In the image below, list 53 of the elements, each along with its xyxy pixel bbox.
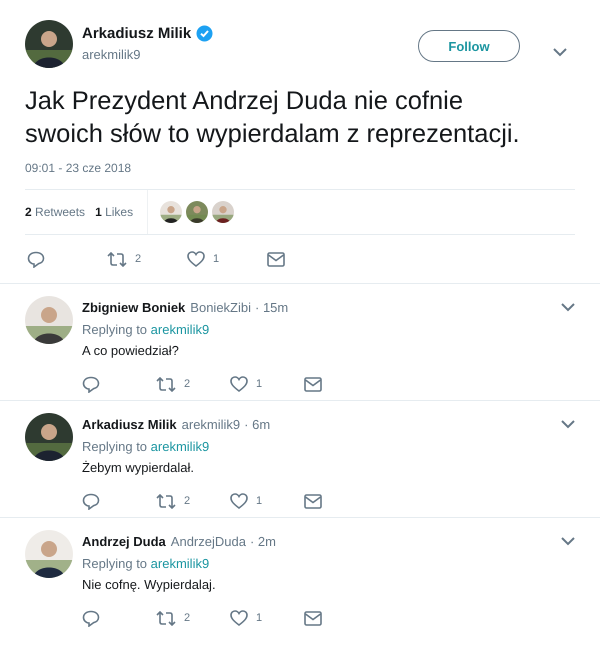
reply-handle: arekmilik9 xyxy=(182,417,240,432)
stat-count[interactable]: 2 Retweets xyxy=(25,205,86,219)
reply-icon[interactable] xyxy=(82,492,100,510)
mention-link[interactable]: arekmilik9 xyxy=(150,439,210,454)
follow-button[interactable]: Follow xyxy=(418,30,520,62)
timestamp: 09:01 - 23 cze 2018 xyxy=(25,161,575,190)
reply-time: · 2m xyxy=(250,534,277,549)
action-count: 1 xyxy=(256,612,262,624)
action-count: 2 xyxy=(184,495,190,507)
chevron-down-icon[interactable] xyxy=(561,537,575,546)
reply-text: Żebym wypierdalał. xyxy=(82,460,195,475)
reply-author-name: Arkadiusz Milik xyxy=(82,417,177,432)
tweet-text: Jak Prezydent Andrzej Duda nie cofnie swoich słów to wypierdalam z reprezentacji. xyxy=(25,86,521,150)
chevron-down-icon[interactable] xyxy=(561,303,575,312)
reply-author-name: Andrzej Duda xyxy=(82,534,166,549)
retweet-icon[interactable] xyxy=(156,610,176,626)
action-count: 1 xyxy=(213,253,220,265)
retweet-icon[interactable] xyxy=(107,252,127,266)
reply-handle: AndrzejDuda xyxy=(170,534,246,549)
envelope-icon[interactable] xyxy=(304,376,322,392)
heart-icon[interactable] xyxy=(187,251,205,267)
reply-icon[interactable] xyxy=(82,610,100,626)
mention-link[interactable]: arekmilik9 xyxy=(150,556,210,571)
chevron-down-icon[interactable] xyxy=(561,420,575,429)
action-count: 1 xyxy=(256,495,262,507)
envelope-icon[interactable] xyxy=(267,252,285,266)
heart-icon[interactable] xyxy=(230,376,248,392)
reply-icon[interactable] xyxy=(27,250,45,268)
action-count: 1 xyxy=(256,378,262,390)
reply-text: Nie cofnę. Wypierdalaj. xyxy=(82,577,217,592)
retweet-icon[interactable] xyxy=(156,376,176,392)
action-count: 2 xyxy=(135,253,142,265)
reply-author-name: Zbigniew Boniek xyxy=(82,300,186,315)
reply-icon[interactable] xyxy=(82,376,100,392)
mention-link[interactable]: arekmilik9 xyxy=(150,322,210,337)
action-count: 2 xyxy=(184,378,190,390)
replying-label: Replying to xyxy=(82,322,148,337)
reply-time: · 6m xyxy=(244,417,272,432)
heart-icon[interactable] xyxy=(230,610,248,626)
author-handle: arekmilik9 xyxy=(82,47,142,62)
reply-time: · 15m xyxy=(255,300,290,315)
heart-icon[interactable] xyxy=(230,493,248,509)
stat-count[interactable]: 1 Likes xyxy=(95,205,134,219)
replying-label: Replying to xyxy=(82,556,148,571)
reply-handle: BoniekZibi xyxy=(190,300,251,315)
replying-label: Replying to xyxy=(82,439,148,454)
retweet-icon[interactable] xyxy=(156,494,176,508)
reply-text: A co powiedział? xyxy=(82,343,180,358)
chevron-down-icon[interactable] xyxy=(553,48,567,57)
envelope-icon[interactable] xyxy=(304,494,322,508)
action-count: 2 xyxy=(184,612,190,624)
author-name: Arkadiusz Milik xyxy=(82,25,192,42)
envelope-icon[interactable] xyxy=(304,610,322,626)
